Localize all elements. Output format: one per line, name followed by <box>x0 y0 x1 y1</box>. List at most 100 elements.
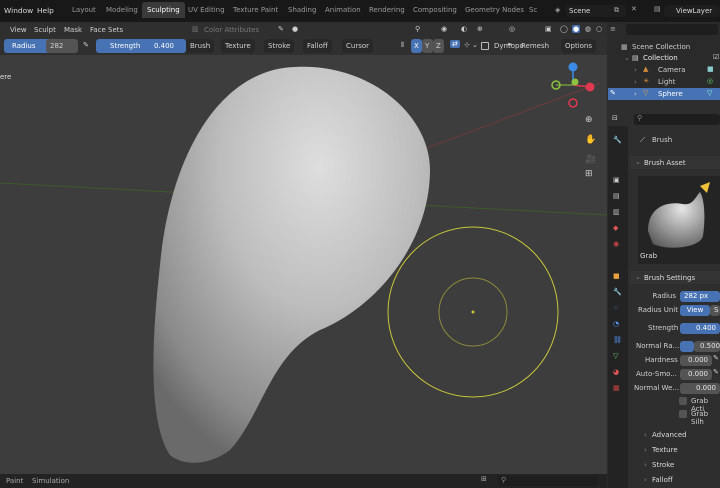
rendered-shading-icon[interactable]: ○ <box>596 25 602 33</box>
output-tab-icon[interactable]: ▤ <box>613 192 620 200</box>
view-mode-icon[interactable]: ⊞ <box>481 475 487 483</box>
tab-compositing[interactable]: Compositing <box>413 6 457 14</box>
menu-sculpt[interactable]: Sculpt <box>30 23 60 37</box>
material-shading-icon[interactable]: ◍ <box>585 25 591 33</box>
tab-modeling[interactable]: Modeling <box>106 6 138 14</box>
texture-chevron-icon[interactable]: › <box>644 446 647 454</box>
tab-shading[interactable]: Shading <box>288 6 316 14</box>
remesh-dropdown[interactable]: Remesh <box>517 39 553 53</box>
pivot-icon[interactable]: ⊹ <box>464 41 470 49</box>
outliner-type-icon[interactable]: ≡ <box>610 25 616 33</box>
hardness-field[interactable]: 0.000 <box>680 355 712 366</box>
properties-search-input[interactable]: ⚲ <box>634 114 720 125</box>
shading-sphere-icon[interactable]: ● <box>292 25 298 33</box>
solid-shading-icon[interactable]: ● <box>572 25 581 33</box>
normal-radius-field[interactable]: 0.500 <box>694 341 720 352</box>
strength-field[interactable]: 0.400 <box>680 323 720 334</box>
zoom-icon[interactable]: ⊕ <box>585 115 593 125</box>
strength-field[interactable]: Strength 0.400 <box>96 39 186 53</box>
advanced-section[interactable]: Advanced <box>652 431 687 439</box>
simulation-label[interactable]: Simulation <box>32 477 69 485</box>
chevron-down-icon[interactable]: ⌄ <box>472 41 478 49</box>
tab-sculpting[interactable]: Sculpting <box>142 2 185 18</box>
tab-layout[interactable]: Layout <box>72 6 96 14</box>
camera-chevron-icon[interactable]: › <box>634 66 637 74</box>
overlay-toggle-icon[interactable]: ◎ <box>509 25 515 33</box>
visibility-icon[interactable]: ◉ <box>441 25 447 33</box>
3d-viewport[interactable]: ere ⊕ ✋ 🎥 ⊞ <box>0 55 607 477</box>
dyntopo-checkbox[interactable] <box>481 42 489 50</box>
mirror-y-toggle[interactable]: Y <box>422 39 433 53</box>
radius-field[interactable]: Radius <box>4 39 52 53</box>
mirror-x-toggle[interactable]: X <box>411 39 422 53</box>
tab-uv-editing[interactable]: UV Editing <box>188 6 225 14</box>
gizmo-x-icon[interactable] <box>585 82 595 92</box>
gizmo-icon[interactable]: ⊕ <box>477 25 483 33</box>
material-tab-icon[interactable]: ◕ <box>613 368 619 376</box>
collection-label[interactable]: Collection <box>643 54 678 62</box>
world-tab-icon[interactable]: ◉ <box>613 240 619 248</box>
tab-geometry-nodes[interactable]: Geometry Nodes <box>465 6 524 14</box>
camera-label[interactable]: Camera <box>658 66 685 74</box>
falloff-dropdown[interactable]: Falloff <box>303 39 332 53</box>
brush-asset-header[interactable]: ⌄ Brush Asset <box>630 156 720 169</box>
sphere-row[interactable]: ✎ › ▽ Sphere ▽ <box>608 88 720 100</box>
gizmo-x-neg-icon[interactable] <box>568 98 578 108</box>
render-tab-icon[interactable]: ▣ <box>613 176 620 184</box>
stroke-chevron-icon[interactable]: › <box>644 461 647 469</box>
grab-active-checkbox[interactable] <box>679 397 687 405</box>
sphere-chevron-icon[interactable]: › <box>634 90 637 98</box>
overlays-icon[interactable]: ◐ <box>461 25 467 33</box>
light-chevron-icon[interactable]: › <box>634 78 637 86</box>
constraints-tab-icon[interactable]: ⛓ <box>613 336 622 344</box>
particles-tab-icon[interactable]: ⁘ <box>613 304 619 312</box>
footer-search-input[interactable]: ⚲ <box>498 476 598 486</box>
menu-help[interactable]: Help <box>37 6 54 15</box>
scene-tab-icon[interactable]: ◆ <box>613 224 618 232</box>
view-layer-selector[interactable]: ViewLayer <box>664 5 720 17</box>
tab-scripting[interactable]: Sc <box>529 6 537 14</box>
falloff-chevron-icon[interactable]: › <box>644 476 647 484</box>
menu-window[interactable]: Window <box>4 6 33 15</box>
radius-unit-scene-button[interactable]: S <box>710 305 720 316</box>
mirror-z-toggle[interactable]: Z <box>433 39 444 53</box>
tab-animation[interactable]: Animation <box>325 6 361 14</box>
menu-face-sets[interactable]: Face Sets <box>86 23 127 37</box>
texture-tab-icon[interactable]: ▦ <box>613 384 620 392</box>
advanced-chevron-icon[interactable]: › <box>644 431 647 439</box>
brush-preview[interactable]: Grab <box>638 176 720 264</box>
pan-hand-icon[interactable]: ✋ <box>585 135 596 145</box>
brush-dropdown[interactable]: Brush <box>186 39 215 53</box>
paint-label[interactable]: Paint <box>6 477 23 485</box>
scene-collection-label[interactable]: Scene Collection <box>632 43 690 51</box>
modifier-tab-icon[interactable]: 🔧 <box>613 288 622 296</box>
wireframe-icon[interactable]: ◯ <box>560 25 568 33</box>
radius-value-field[interactable]: 282 px <box>46 39 78 64</box>
view-options-icon[interactable]: ⚲ <box>415 25 420 33</box>
color-attributes-label[interactable]: Color Attributes <box>204 26 259 34</box>
radius-field[interactable]: 282 px <box>680 291 720 302</box>
falloff-section[interactable]: Falloff <box>652 476 673 484</box>
pen-pressure-icon[interactable]: ✎ <box>83 41 89 49</box>
stroke-section[interactable]: Stroke <box>652 461 674 469</box>
brush-settings-header[interactable]: ⌄ Brush Settings <box>630 271 720 284</box>
lock-icon[interactable]: ⇄ <box>450 40 460 48</box>
brush-tool-icon[interactable]: ✎ <box>278 25 284 33</box>
close-icon[interactable]: ✕ <box>631 5 637 13</box>
tab-texture-paint[interactable]: Texture Paint <box>233 6 278 14</box>
navigation-gizmo[interactable] <box>551 62 595 108</box>
auto-smooth-field[interactable]: 0.000 <box>680 369 712 380</box>
texture-dropdown[interactable]: Texture <box>221 39 255 53</box>
tool-tab-icon[interactable]: 🔧 <box>613 136 622 144</box>
data-tab-icon[interactable]: ▽ <box>613 352 618 360</box>
gizmo-y-icon[interactable] <box>571 78 579 86</box>
menu-mask[interactable]: Mask <box>60 23 86 37</box>
perspective-grid-icon[interactable]: ⊞ <box>585 169 593 179</box>
pressure-icon[interactable]: ✎ <box>713 368 719 376</box>
object-tab-icon[interactable]: ■ <box>613 272 620 280</box>
radius-unit-view-button[interactable]: View <box>680 305 710 316</box>
xray-icon[interactable]: ▣ <box>545 25 552 33</box>
menu-view[interactable]: View <box>6 23 31 37</box>
texture-section[interactable]: Texture <box>652 446 678 454</box>
outliner-search-input[interactable] <box>626 24 718 35</box>
